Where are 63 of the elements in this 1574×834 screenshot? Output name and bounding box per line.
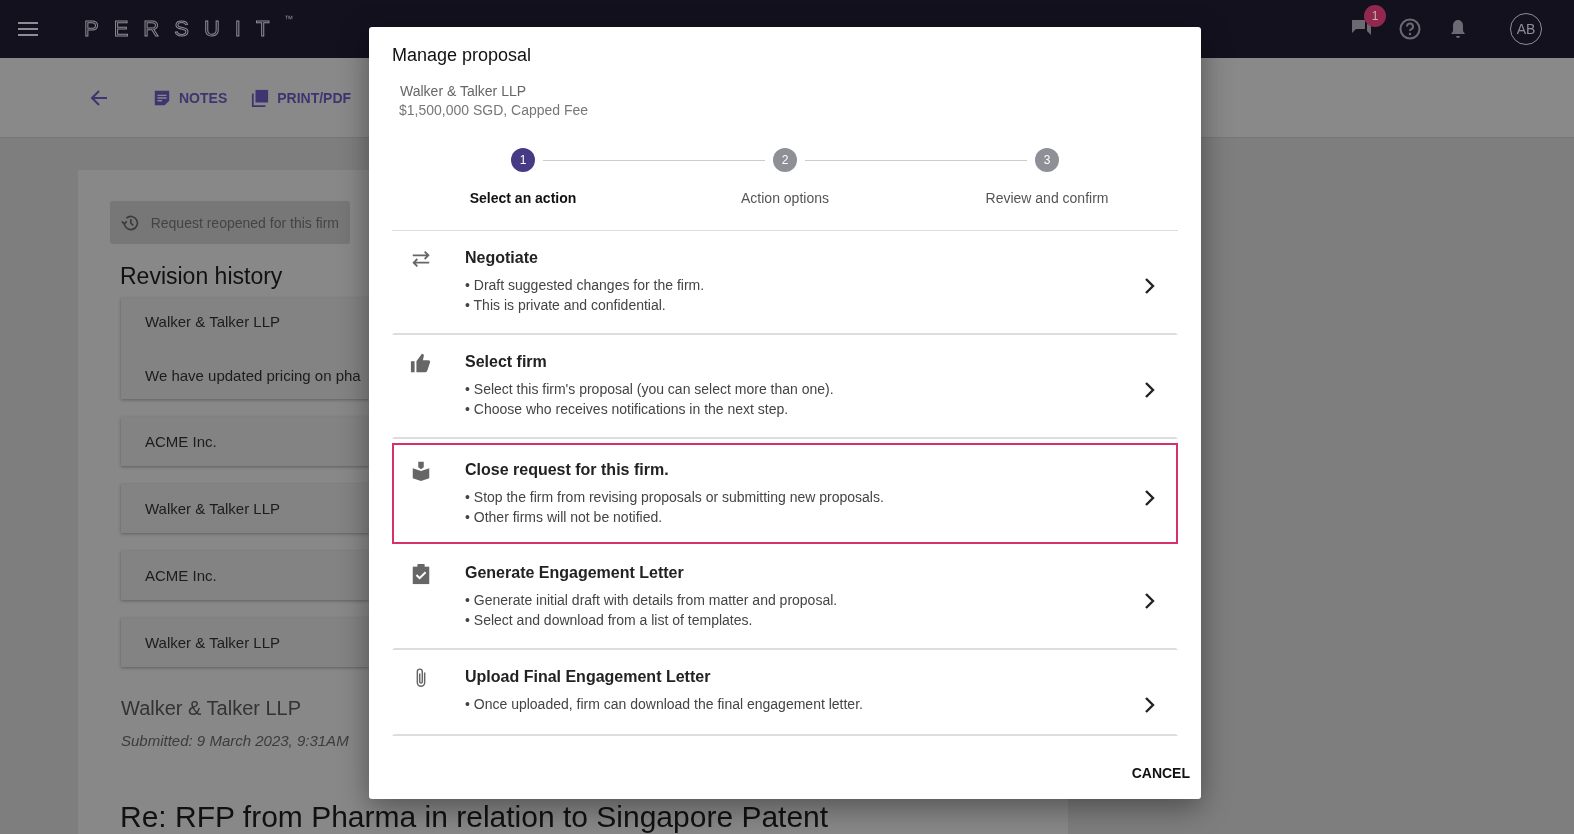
action-title: Negotiate [465,249,539,267]
proposal-fee: $1,500,000 SGD, Capped Fee [399,102,590,118]
menu-icon[interactable] [18,22,38,36]
revision-card[interactable]: Walker & Talker LLP [121,618,369,667]
action-description: • Stop the firm from revising proposals or submitting new proposals. [465,488,885,507]
revision-note: We have updated pricing on pha [145,367,362,384]
action-description: • Select and download from a list of templates. [465,611,754,630]
action-option[interactable]: Generate Engagement Letter • Generate initial draft with details from matter and proposal. • Select and download from a list of templates. [392,546,1178,650]
logo: PERSUIT [84,16,285,42]
chevron-right-icon [1144,489,1156,507]
action-description: • Other firms will not be notified. [465,508,664,527]
chevron-right-icon [1144,696,1156,714]
print-pdf-button[interactable]: PRINT/PDF [245,84,358,111]
notification-badge: 1 [1364,5,1386,27]
revision-card[interactable]: Walker & Talker LLP [121,484,369,533]
revision-card[interactable]: ACME Inc. [121,551,369,600]
action-description: • Choose who receives notifications in the next step. [465,400,790,419]
step-number: 2 [773,148,797,172]
cancel-button[interactable]: CANCEL [1129,759,1192,787]
revision-firm: Walker & Talker LLP [145,500,282,517]
step-number: 1 [511,148,535,172]
revision-firm: Walker & Talker LLP [145,313,282,330]
action-option[interactable]: Negotiate • Draft suggested changes for the firm. • This is private and confidential. [392,231,1178,335]
thumbs-up-icon [410,352,432,374]
chevron-right-icon [1144,592,1156,610]
revision-firm: Walker & Talker LLP [145,634,282,651]
step-number: 3 [1035,148,1059,172]
step-label: Review and confirm [985,190,1109,206]
action-description: • Generate initial draft with details from matter and proposal. [465,591,839,610]
clipboard-check-icon [410,563,432,585]
action-option[interactable]: Select firm • Select this firm's proposal (you can select more than one). • Choose who receives notifications in the next step. [392,335,1178,439]
action-title: Upload Final Engagement Letter [465,668,712,686]
revision-firm: ACME Inc. [145,433,218,450]
action-description: • Select this firm's proposal (you can select more than one). [465,380,835,399]
action-title: Select firm [465,353,548,371]
dialog-title: Manage proposal [392,45,533,66]
step-label: Action options [741,190,829,206]
note-icon [153,88,171,107]
action-description: • Draft suggested changes for the firm. [465,276,706,295]
section-heading: Revision history [120,263,283,290]
firm-name: Walker & Talker LLP [121,697,302,720]
action-description: • This is private and confidential. [465,296,667,315]
action-title: Generate Engagement Letter [465,564,685,582]
action-description: • Once uploaded, firm can download the final engagement letter. [465,695,864,714]
swap-arrows-icon [410,248,432,270]
notes-button[interactable]: NOTES [147,84,234,111]
chevron-right-icon [1144,381,1156,399]
revision-card[interactable]: ACME Inc. [121,417,369,466]
action-title: Close request for this firm. [465,461,670,479]
box-icon [410,460,432,482]
proposal-subject: Re: RFP from Pharma in relation to Singapore Patent [120,802,829,832]
firm-name: Walker & Talker LLP [400,83,528,99]
action-option[interactable]: Close request for this firm. • Stop the firm from revising proposals or submitting new proposals. • Other firms will not be notified. [392,443,1178,544]
step-label: Select an action [469,190,577,206]
chevron-right-icon [1144,277,1156,295]
revision-firm: ACME Inc. [145,567,218,584]
help-icon[interactable] [1398,17,1422,41]
submitted-date: Submitted: 9 March 2023, 9:31AM [121,732,349,749]
document-icon [251,88,270,107]
action-option[interactable]: Upload Final Engagement Letter • Once uploaded, firm can download the final engagement letter. [392,650,1178,736]
revision-card[interactable]: Walker & Talker LLP We have updated pricing on pha [121,298,369,399]
back-arrow-icon[interactable] [89,87,109,108]
trademark-sign: ™ [284,14,294,24]
